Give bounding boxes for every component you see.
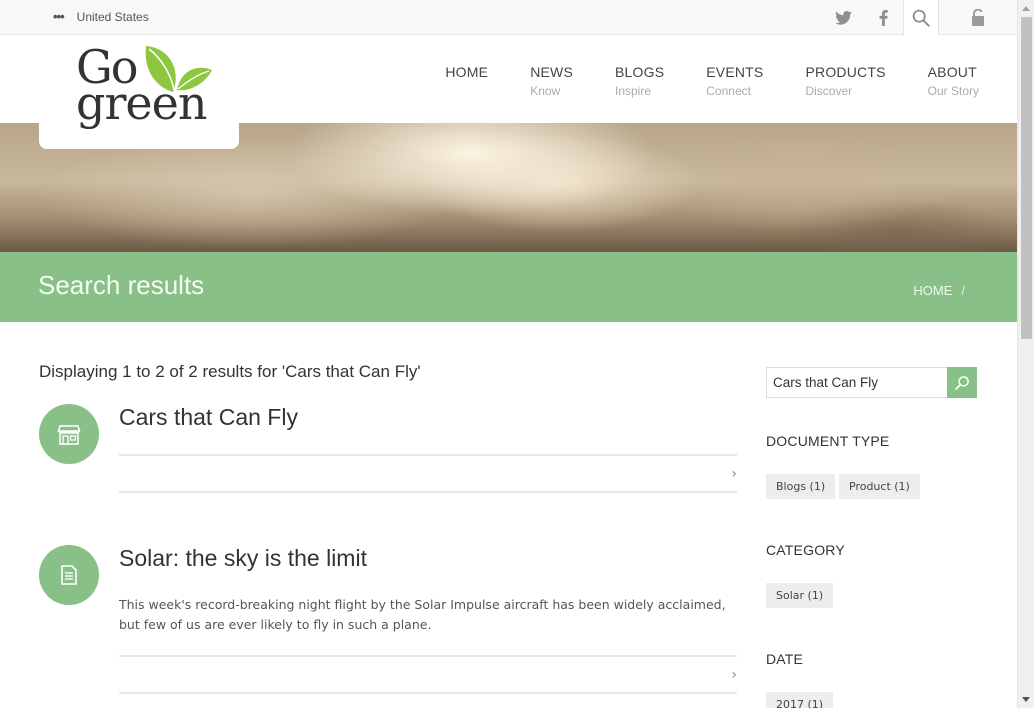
chevron-right-icon: › — [731, 466, 737, 482]
nav-about[interactable]: ABOUT Our Story — [907, 64, 1017, 98]
result-link[interactable]: › — [119, 454, 737, 493]
document-icon — [61, 565, 77, 585]
search-icon — [912, 9, 930, 27]
result-title[interactable]: Cars that Can Fly — [119, 404, 298, 431]
top-icons — [823, 0, 1017, 36]
leaf-icon — [145, 46, 212, 92]
page-title: Search results — [38, 270, 205, 300]
search-icon — [954, 376, 969, 390]
scroll-thumb[interactable] — [1021, 17, 1032, 339]
facet-heading-document-type: DOCUMENT TYPE — [766, 433, 890, 449]
result-icon — [39, 404, 99, 464]
search-toggle[interactable] — [903, 0, 939, 36]
login-button[interactable] — [939, 0, 1017, 35]
result-description: This week's record-breaking night flight… — [119, 597, 726, 632]
sidebar-search-input[interactable] — [766, 367, 947, 398]
facet-chip-2017[interactable]: 2017 (1) — [766, 692, 834, 708]
scroll-down-arrow-icon[interactable] — [1022, 697, 1030, 702]
facebook-icon[interactable] — [863, 0, 903, 35]
nav-blogs[interactable]: BLOGS Inspire — [594, 64, 685, 98]
breadcrumb-separator: / — [961, 283, 965, 298]
result-icon — [39, 545, 99, 605]
breadcrumb: HOME / — [913, 283, 965, 298]
locale-selector[interactable]: ••• United States — [53, 10, 149, 24]
vertical-scrollbar[interactable] — [1017, 0, 1034, 708]
chevron-right-icon: › — [731, 667, 737, 683]
locale-label: United States — [76, 10, 149, 24]
more-icon: ••• — [53, 9, 65, 24]
result-item: Solar: the sky is the limit This week's … — [39, 545, 737, 697]
nav-events[interactable]: EVENTS Connect — [685, 64, 784, 98]
lock-icon — [972, 9, 984, 26]
sidebar-search — [766, 367, 977, 398]
facet-chip-blogs[interactable]: Blogs (1) — [766, 474, 836, 499]
facet-heading-date: DATE — [766, 651, 804, 667]
page-title-band: Search results HOME / — [0, 252, 1017, 322]
top-bar: ••• United States — [0, 0, 1017, 36]
twitter-icon[interactable] — [823, 0, 863, 35]
store-icon — [57, 425, 81, 445]
facet-chip-solar[interactable]: Solar (1) — [766, 583, 834, 608]
result-item: Cars that Can Fly › — [39, 404, 737, 496]
nav-home[interactable]: HOME — [424, 64, 509, 98]
sidebar-search-button[interactable] — [947, 367, 977, 398]
result-title[interactable]: Solar: the sky is the limit — [119, 545, 367, 572]
result-link[interactable]: › — [119, 655, 737, 694]
scroll-up-arrow-icon[interactable] — [1022, 6, 1030, 11]
facet-heading-category: CATEGORY — [766, 542, 845, 558]
nav-products[interactable]: PRODUCTS Discover — [784, 64, 906, 98]
breadcrumb-home[interactable]: HOME — [913, 283, 952, 298]
nav-news[interactable]: NEWS Know — [509, 64, 594, 98]
site-header: Go green HOME NEWS Know BLOGS Inspire EV… — [0, 35, 1017, 149]
logo[interactable]: Go green — [39, 35, 239, 149]
main-nav: HOME NEWS Know BLOGS Inspire EVENTS Conn… — [424, 64, 1017, 98]
facet-chip-product[interactable]: Product (1) — [839, 474, 920, 499]
results-summary: Displaying 1 to 2 of 2 results for 'Cars… — [39, 362, 421, 381]
